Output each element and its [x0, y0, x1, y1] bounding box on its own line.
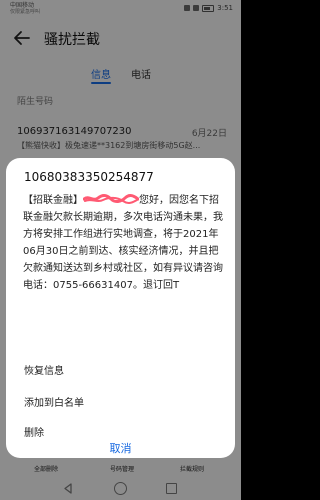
- dialog-message-body: 【招联金融】 您好，因您名下招联金融欠款长期逾期，多次电话沟通未果，我方将安排工作…: [23, 192, 223, 294]
- dialog-sender-number: 10680383350254877: [24, 170, 154, 184]
- delete-option[interactable]: 删除: [24, 424, 44, 439]
- screen: 中国移动 仅限紧急呼叫 3:51 骚扰拦截 信息 电话 陌生号码 1069371…: [0, 0, 241, 500]
- add-to-whitelist-option[interactable]: 添加到白名单: [24, 394, 84, 409]
- cancel-button[interactable]: 取消: [6, 440, 235, 456]
- restore-message-option[interactable]: 恢复信息: [24, 362, 64, 377]
- message-body-start: 【招联金融】: [23, 195, 83, 206]
- message-body-rest: 您好，因您名下招联金融欠款长期逾期，多次电话沟通未果，我方将安排工作组进行实地调…: [23, 195, 223, 291]
- redaction-scribble-icon: [83, 194, 139, 204]
- message-action-sheet: 10680383350254877 【招联金融】 您好，因您名下招联金融欠款长期逾…: [6, 158, 235, 458]
